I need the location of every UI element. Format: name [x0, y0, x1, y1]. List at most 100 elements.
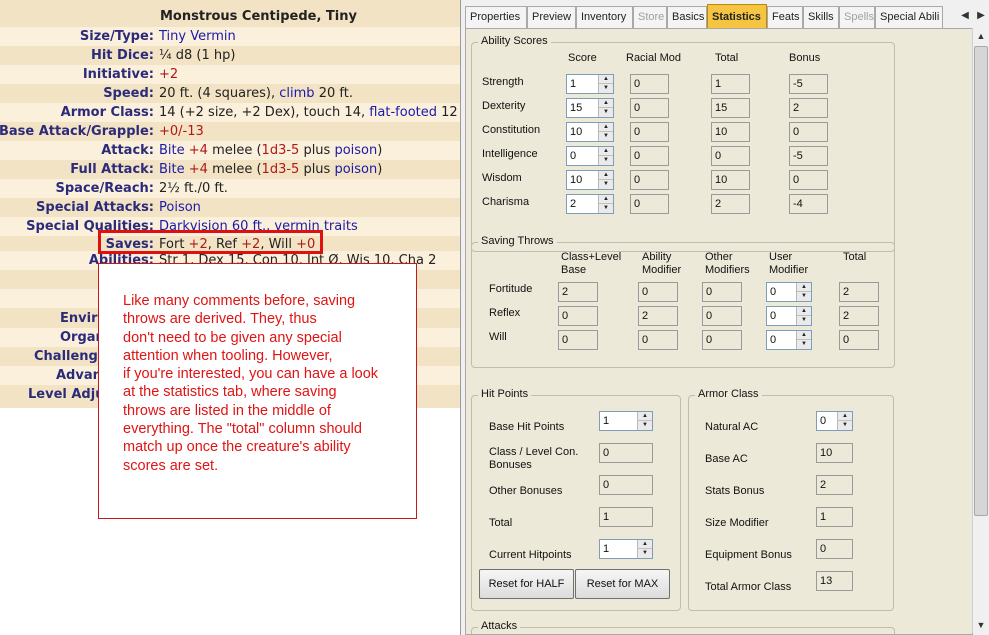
dexterity-racial-field: 0 [630, 98, 669, 118]
base-ac-label: Base AC [705, 453, 748, 465]
stat-label: Special Attacks: [36, 200, 154, 215]
flat-footed-link[interactable]: flat-footed [369, 105, 437, 120]
stat-text: melee ( [207, 143, 262, 158]
poison-link[interactable]: Poison [159, 198, 201, 217]
spin-down-icon[interactable]: ▼ [838, 421, 852, 430]
will-user-stepper[interactable]: 0 ▲ ▼ [766, 330, 812, 350]
spin-up-icon[interactable]: ▲ [638, 412, 652, 421]
spin-down-icon[interactable]: ▼ [599, 108, 613, 117]
attacks-legend: Attacks [478, 620, 521, 632]
tab-preview[interactable]: Preview [527, 6, 576, 28]
stat-value: Bite +4 melee (1d3-5 plus poison) [159, 160, 382, 179]
vertical-scrollbar[interactable]: ▲ ▼ [972, 28, 989, 633]
tab-inventory[interactable]: Inventory [576, 6, 633, 28]
spin-up-icon[interactable]: ▲ [599, 99, 613, 108]
comment-text: Like many comments before, saving throws… [123, 293, 379, 474]
spin-up-icon[interactable]: ▲ [838, 412, 852, 421]
spin-down-icon[interactable]: ▼ [599, 180, 613, 189]
spin-up-icon[interactable]: ▲ [599, 195, 613, 204]
will-total-field: 0 [839, 330, 879, 350]
fortitude-base-field: 2 [558, 282, 598, 302]
constitution-score-stepper[interactable]: 10 ▲ ▼ [566, 122, 614, 142]
tab-basics[interactable]: Basics [667, 6, 707, 28]
spin-value: 15 [570, 102, 583, 114]
spin-up-icon[interactable]: ▲ [797, 307, 811, 316]
spin-down-icon[interactable]: ▼ [797, 340, 811, 349]
charisma-score-stepper[interactable]: 2 ▲ ▼ [566, 194, 614, 214]
stat-label: Hit Dice: [90, 48, 154, 63]
base-hp-label: Base Hit Points [489, 421, 565, 433]
damage-link[interactable]: 1d3-5 [262, 143, 300, 158]
dexterity-score-stepper[interactable]: 15 ▲ ▼ [566, 98, 614, 118]
current-hp-stepper[interactable]: 1 ▲ ▼ [599, 539, 653, 559]
con-bonus-field: 0 [599, 443, 653, 463]
ability-scores-group: Ability Scores Score Racial Mod Total Bo… [471, 35, 895, 252]
spin-down-icon[interactable]: ▼ [638, 421, 652, 430]
tab-skills[interactable]: Skills [803, 6, 839, 28]
stat-value: 14 (+2 size, +2 Dex), touch 14, flat-foo… [159, 103, 458, 122]
fortitude-user-stepper[interactable]: 0 ▲ ▼ [766, 282, 812, 302]
tab-statistics[interactable]: Statistics [707, 4, 767, 28]
spin-buttons: ▲ ▼ [598, 99, 613, 117]
intelligence-total-field: 0 [711, 146, 750, 166]
spin-down-icon[interactable]: ▼ [599, 204, 613, 213]
equipment-bonus-field: 0 [816, 539, 853, 559]
tab-store: Store [633, 6, 667, 28]
tab-scroll-left-icon[interactable]: ◀ [958, 9, 972, 23]
scroll-down-icon[interactable]: ▼ [973, 617, 989, 633]
bite-link[interactable]: Bite [159, 143, 185, 158]
saving-throws-group: Saving Throws Class+Level Base Ability M… [471, 235, 895, 368]
tab-feats[interactable]: Feats [767, 6, 803, 28]
spin-down-icon[interactable]: ▼ [638, 549, 652, 558]
reflex-user-stepper[interactable]: 0 ▲ ▼ [766, 306, 812, 326]
stat-text: 14 (+2 size, +2 Dex), touch 14, [159, 105, 370, 120]
tab-scroll-right-icon[interactable]: ▶ [974, 9, 988, 23]
wisdom-total-field: 10 [711, 170, 750, 190]
stat-label: Full Attack: [70, 162, 154, 177]
reset-max-button[interactable]: Reset for MAX [575, 569, 670, 599]
stat-value-link[interactable]: Tiny Vermin [159, 27, 236, 46]
tab-special-abilities[interactable]: Special Abili [875, 6, 943, 28]
wisdom-score-stepper[interactable]: 10 ▲ ▼ [566, 170, 614, 190]
spin-down-icon[interactable]: ▼ [599, 84, 613, 93]
spin-up-icon[interactable]: ▲ [599, 171, 613, 180]
reflex-base-field: 0 [558, 306, 598, 326]
spin-down-icon[interactable]: ▼ [797, 316, 811, 325]
stat-row-speed: Speed: 20 ft. (4 squares), climb 20 ft. [0, 84, 460, 103]
poison-link[interactable]: poison [334, 143, 377, 158]
spin-down-icon[interactable]: ▼ [599, 156, 613, 165]
strength-total-field: 1 [711, 74, 750, 94]
spin-up-icon[interactable]: ▲ [599, 147, 613, 156]
spin-down-icon[interactable]: ▼ [599, 132, 613, 141]
natural-ac-stepper[interactable]: 0 ▲ ▼ [816, 411, 853, 431]
charisma-total-field: 2 [711, 194, 750, 214]
spin-value: 0 [570, 150, 577, 162]
spin-value: 1 [570, 78, 577, 90]
strength-score-stepper[interactable]: 1 ▲ ▼ [566, 74, 614, 94]
reflex-ability-field: 2 [638, 306, 678, 326]
spin-up-icon[interactable]: ▲ [797, 283, 811, 292]
bite-link[interactable]: Bite [159, 162, 185, 177]
intelligence-score-stepper[interactable]: 0 ▲ ▼ [566, 146, 614, 166]
poison-link[interactable]: poison [334, 162, 377, 177]
base-hp-stepper[interactable]: 1 ▲ ▼ [599, 411, 653, 431]
charisma-bonus-field: -4 [789, 194, 828, 214]
spin-up-icon[interactable]: ▲ [599, 123, 613, 132]
header-other-modifiers: Other Modifiers [705, 251, 750, 276]
climb-link[interactable]: climb [279, 86, 314, 101]
spin-up-icon[interactable]: ▲ [599, 75, 613, 84]
scroll-thumb[interactable] [974, 46, 988, 516]
scroll-up-icon[interactable]: ▲ [973, 28, 989, 44]
spin-down-icon[interactable]: ▼ [797, 292, 811, 301]
spin-buttons: ▲ ▼ [598, 147, 613, 165]
strength-bonus-field: -5 [789, 74, 828, 94]
stat-text: ) [377, 143, 383, 158]
reset-half-button[interactable]: Reset for HALF [479, 569, 574, 599]
spin-value: 10 [570, 126, 583, 138]
tab-properties[interactable]: Properties [465, 6, 527, 28]
spin-up-icon[interactable]: ▲ [797, 331, 811, 340]
spin-up-icon[interactable]: ▲ [638, 540, 652, 549]
stat-text: 20 ft. (4 squares), [159, 86, 280, 101]
stat-label: Space/Reach: [55, 181, 154, 196]
damage-link[interactable]: 1d3-5 [262, 162, 300, 177]
